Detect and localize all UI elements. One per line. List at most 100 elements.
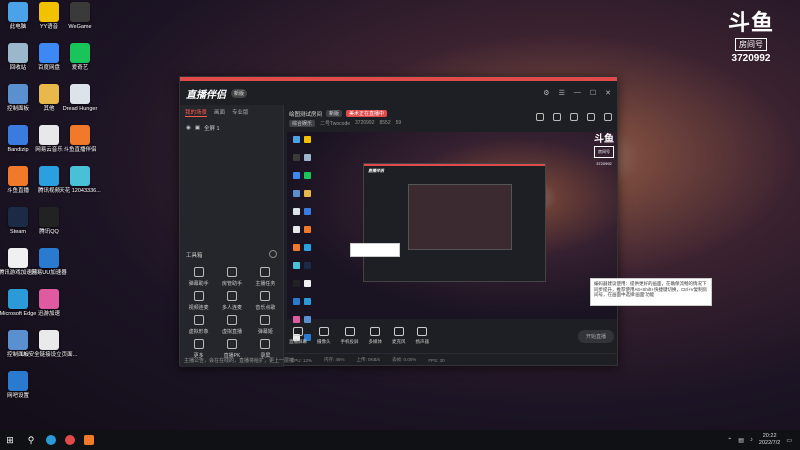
desktop-icon-label: 网吧设置 [6, 393, 29, 399]
desktop-icon[interactable]: 网易UU加速器 [31, 248, 67, 277]
desktop-icon[interactable]: Bandizip [1, 125, 35, 154]
toolbox-item[interactable]: 视频连麦 [182, 291, 215, 311]
tab-canvas[interactable]: 画面 [214, 108, 225, 117]
toolbox-item[interactable]: 录屏 [249, 339, 282, 359]
eye-icon[interactable]: ◉ [186, 125, 191, 131]
maximize-icon[interactable]: ☐ [590, 89, 596, 97]
edge-taskbar-icon[interactable] [46, 435, 56, 445]
desktop-icon[interactable]: 腾讯游戏加速器 [0, 248, 37, 277]
stream-preview[interactable]: 斗鱼 房间号 3720992 直播伴侣 [287, 132, 617, 341]
status-item: 丢帧: 0.00% [392, 357, 417, 362]
source-icon [318, 327, 329, 336]
network-icon[interactable]: ▤ [738, 437, 744, 444]
tool-label: 房管助手 [221, 281, 242, 287]
desktop-icon[interactable]: YY语音 [32, 2, 66, 31]
search-icon[interactable]: ⚲ [25, 434, 37, 446]
toolbox-item[interactable]: 多人连麦 [215, 291, 248, 311]
toolbox-item[interactable]: 直播PK [215, 339, 248, 359]
app-icon [70, 2, 90, 22]
desktop-icon-label: 百度网盘 [37, 65, 60, 71]
tool-icon [226, 339, 237, 349]
tab-pro[interactable]: 专业版 [232, 108, 249, 117]
douyu-taskbar-icon[interactable] [84, 435, 94, 445]
desktop-icon[interactable]: 此电脑 [1, 2, 35, 31]
desktop-icon[interactable]: 斗鱼直播伴侣 [63, 125, 97, 154]
desktop-icon[interactable]: 网易云音乐 [32, 125, 66, 154]
tool-label: 弹幕姬 [257, 329, 273, 335]
volume-icon[interactable]: ♪ [750, 437, 753, 443]
desktop-icon-label: Steam [10, 229, 26, 235]
gift-icon[interactable] [536, 113, 544, 121]
desktop-icon[interactable]: 迅游加速 [32, 289, 66, 318]
source-label: 多媒体 [368, 339, 383, 344]
tool-icon [193, 291, 204, 301]
status-item: CPU: 12% [291, 357, 313, 363]
settings-icon[interactable]: ⚙ [543, 89, 549, 97]
minimize-icon[interactable]: — [574, 89, 581, 97]
version-badge[interactable]: 新版 [231, 88, 248, 98]
source-button[interactable]: 手机投屏 [341, 327, 359, 345]
taskbar: ⊞ ⚲ ⌃ ▤ ♪ 20:22 2022/7/2 ▭ [0, 430, 800, 450]
source-button[interactable]: 直播屏幕 [289, 327, 307, 345]
notification-icon[interactable]: ▭ [786, 437, 792, 444]
toolbox-item[interactable]: 弹幕姬 [249, 315, 282, 335]
toolbox-item[interactable]: 虚拟直播 [215, 315, 248, 335]
user-icon[interactable] [570, 113, 578, 121]
tool-icon [260, 315, 271, 325]
room-title[interactable]: 绘图测试房间 [289, 110, 322, 118]
tray-arrow-icon[interactable]: ⌃ [727, 437, 732, 444]
mini-desktop-icon [304, 298, 311, 305]
toolbox-item[interactable]: 音乐点歌 [249, 291, 282, 311]
desktop-icon[interactable]: 其他 [32, 84, 66, 113]
toolbox-item[interactable]: 虚拟形象 [182, 315, 215, 335]
clock[interactable]: 20:22 2022/7/2 [759, 433, 780, 447]
source-button[interactable]: 多媒体 [368, 327, 383, 345]
windows-start-icon[interactable]: ⊞ [4, 434, 16, 446]
category-pill[interactable]: 综合娱乐 [289, 119, 316, 127]
source-button[interactable]: 摄像头 [317, 327, 331, 345]
desktop-icon-label: 网易UU加速器 [31, 270, 67, 276]
desktop-icon[interactable]: 斗鱼直播 [1, 166, 35, 195]
tab-my-scenes[interactable]: 我的场景 [185, 108, 208, 117]
desktop-icon-label: 腾讯QQ [39, 229, 59, 235]
desktop-icon[interactable]: Steam [1, 207, 35, 236]
toolbox-collapse-icon[interactable] [269, 250, 277, 258]
desktop-icon[interactable]: 网吧设置 [1, 371, 35, 400]
bell-icon[interactable] [587, 113, 595, 121]
scene-label: 全屏 1 [204, 126, 220, 132]
desktop-icon[interactable]: WeGame [63, 2, 97, 31]
status-item: FPS: 30 [428, 357, 445, 363]
menu-icon[interactable]: ☰ [559, 89, 565, 97]
message-icon[interactable] [553, 113, 561, 121]
app-icon [70, 84, 90, 104]
desktop-icon[interactable]: Microsoft Edge [0, 289, 36, 318]
announcement-text: 主播公告，会在在线的，直播将给扩，更上一层楼 [184, 358, 295, 364]
mini-desktop-icon [304, 136, 311, 143]
preview-douyu-logo: 斗鱼 房间号 3720992 [594, 135, 614, 169]
toolbox-item[interactable]: 主播任务 [249, 267, 282, 287]
source-button[interactable]: 麦克风 [392, 327, 406, 345]
desktop-icon[interactable]: UU安全链接设立页面... [21, 330, 77, 359]
source-label: 扬声器 [415, 339, 430, 344]
toolbox-item[interactable]: 弹幕助手 [182, 267, 215, 287]
close-icon[interactable]: ✕ [605, 89, 611, 97]
desktop-icon[interactable]: 回收站 [1, 43, 35, 72]
mini-desktop-icon [293, 190, 300, 197]
source-button[interactable]: 扬声器 [415, 327, 430, 345]
scene-item[interactable]: ◉ ▣ 全屏 1 [180, 120, 283, 136]
desktop-icon[interactable]: 百度网盘 [32, 43, 66, 72]
start-live-button[interactable]: 开始直播 [577, 329, 614, 343]
toolbox-item[interactable]: 房管助手 [215, 267, 248, 287]
desktop-icon[interactable]: Dread Hunger [63, 84, 97, 113]
lock-icon[interactable]: ▣ [195, 125, 200, 131]
desktop-icon[interactable]: 腾讯QQ [32, 207, 66, 236]
desktop-icon[interactable]: 控制面板 [1, 84, 35, 113]
toolbox-item[interactable]: 更多 [182, 339, 215, 359]
browser-taskbar-icon[interactable] [65, 435, 75, 445]
share-icon[interactable] [604, 113, 612, 121]
mini-desktop-icon [293, 136, 300, 143]
desktop-icon[interactable]: 爱奇艺 [63, 43, 97, 72]
desktop-icon[interactable]: 天花 12043336... [59, 166, 101, 195]
app-icon [70, 43, 90, 63]
mini-desktop-icon [293, 244, 300, 251]
